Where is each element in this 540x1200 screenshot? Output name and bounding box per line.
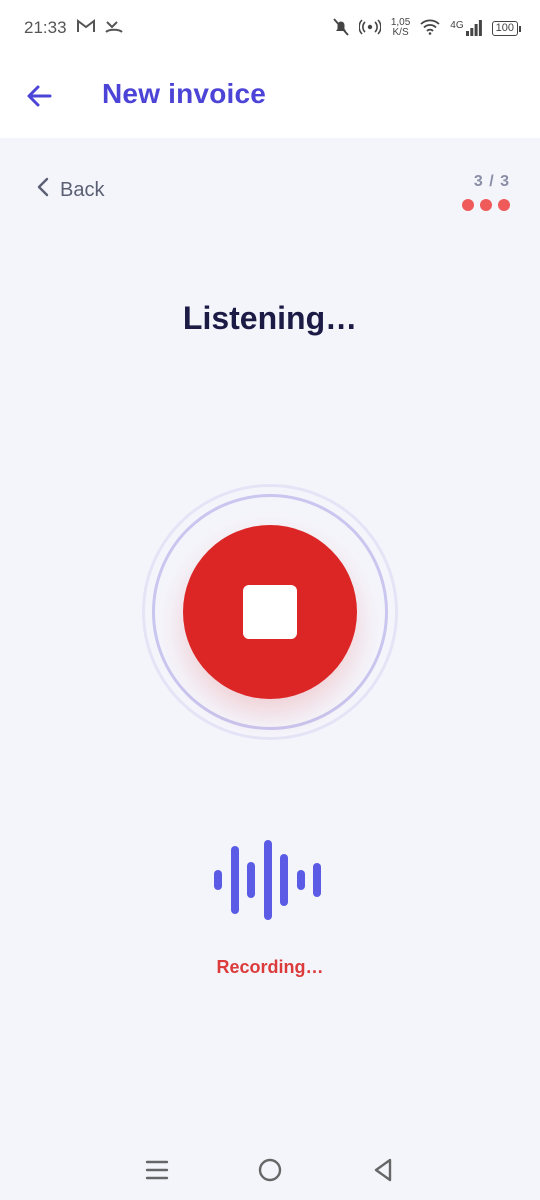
step-dots xyxy=(462,199,510,211)
step-dot xyxy=(480,199,492,211)
battery-indicator: 100 xyxy=(491,20,522,36)
waveform-bar xyxy=(264,840,272,920)
hotspot-icon xyxy=(358,18,382,38)
system-nav-bar xyxy=(0,1140,540,1200)
step-dot xyxy=(498,199,510,211)
signal-icon: 4G xyxy=(450,20,482,36)
home-icon[interactable] xyxy=(255,1155,285,1185)
waveform-bar xyxy=(247,862,255,898)
wifi-icon xyxy=(420,19,440,38)
waveform-bar xyxy=(214,870,222,890)
net-speed-unit: K/S xyxy=(392,27,409,38)
stop-icon xyxy=(243,585,297,639)
waveform-bar xyxy=(313,863,321,897)
step-dot xyxy=(462,199,474,211)
waveform-bar xyxy=(297,870,305,890)
network-type: 4G xyxy=(450,20,464,31)
bell-muted-icon xyxy=(333,17,349,39)
step-count: 3 / 3 xyxy=(473,173,510,190)
status-bar: 21:33 1,05 K/S 4G 100 xyxy=(0,0,540,56)
step-back-button[interactable]: Back xyxy=(36,176,104,204)
page-title: New invoice xyxy=(102,78,267,109)
back-arrow-icon[interactable] xyxy=(24,80,56,112)
waveform-icon xyxy=(214,840,326,920)
status-right: 1,05 K/S 4G 100 xyxy=(333,17,522,39)
status-time: 21:33 xyxy=(24,18,67,37)
waveform-bar xyxy=(231,846,239,914)
stop-recording-button[interactable] xyxy=(183,525,357,699)
waveform-bar xyxy=(280,854,288,906)
menu-icon[interactable] xyxy=(142,1155,172,1185)
listening-heading: Listening… xyxy=(182,300,358,336)
chevron-left-icon xyxy=(36,176,50,204)
step-back-label: Back xyxy=(60,178,105,201)
app-header: New invoice xyxy=(0,56,540,138)
status-left: 21:33 xyxy=(24,18,123,39)
gmail-icon xyxy=(76,18,95,38)
net-speed: 1,05 K/S xyxy=(391,18,410,38)
missed-call-icon xyxy=(104,18,123,39)
step-indicator: 3 / 3 xyxy=(462,173,510,211)
back-triangle-icon[interactable] xyxy=(368,1155,398,1185)
recording-status: Recording… xyxy=(216,957,324,977)
